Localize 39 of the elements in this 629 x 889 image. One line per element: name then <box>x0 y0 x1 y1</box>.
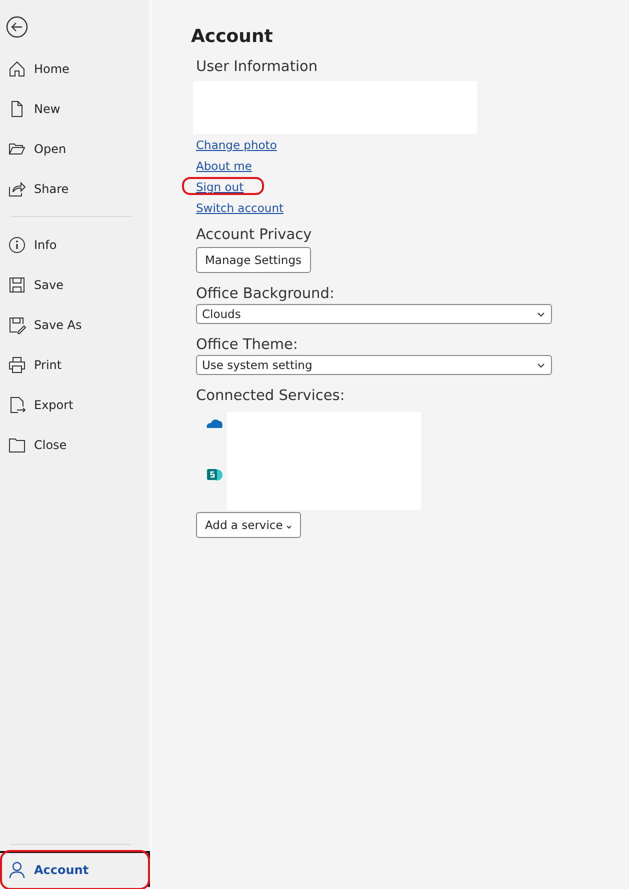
save-icon <box>8 276 26 294</box>
nav-item[interactable]: Account <box>0 851 150 887</box>
folder-outline-icon <box>8 436 26 454</box>
info-icon <box>8 236 26 254</box>
printer-icon <box>8 356 26 374</box>
nav-item[interactable]: Save <box>0 265 150 305</box>
person-icon <box>8 861 26 879</box>
nav-item[interactable]: Home <box>0 49 150 89</box>
background-dropdown[interactable]: Clouds <box>196 304 552 324</box>
link[interactable]: About me <box>196 158 252 172</box>
nav-item[interactable]: Close <box>0 425 150 465</box>
share-icon <box>8 180 26 198</box>
home-icon <box>8 60 26 78</box>
nav-item[interactable]: Print <box>0 345 150 385</box>
page-title: Account <box>191 26 274 47</box>
save-as-icon <box>8 316 26 334</box>
cloud-icon <box>206 418 223 429</box>
sharepoint-icon <box>206 466 223 483</box>
manage-settings-button[interactable]: Manage Settings <box>196 247 311 273</box>
nav-item[interactable]: Open <box>0 129 150 169</box>
link[interactable]: Change photo <box>196 138 277 152</box>
chevron-down-icon <box>286 525 292 529</box>
section-heading: User Information <box>196 59 318 75</box>
section-heading: Connected Services: <box>196 388 345 404</box>
chevron-down-icon <box>537 362 545 368</box>
section-heading: Account Privacy <box>196 227 312 243</box>
link[interactable]: Switch account <box>196 200 284 214</box>
nav-item[interactable]: New <box>0 89 150 129</box>
nav-item[interactable]: Share <box>0 169 150 209</box>
nav-item[interactable]: Info <box>0 225 150 265</box>
theme-dropdown[interactable]: Use system setting <box>196 355 552 375</box>
add-service-button[interactable]: Add a service <box>196 512 302 538</box>
export-icon <box>8 396 26 414</box>
field-label: Office Background: <box>196 286 334 302</box>
chevron-down-icon <box>537 312 545 316</box>
link[interactable]: Sign out <box>196 180 244 194</box>
field-label: Office Theme: <box>196 337 298 353</box>
nav-item[interactable]: Export <box>0 385 150 425</box>
nav-item[interactable]: Save As <box>0 305 150 345</box>
